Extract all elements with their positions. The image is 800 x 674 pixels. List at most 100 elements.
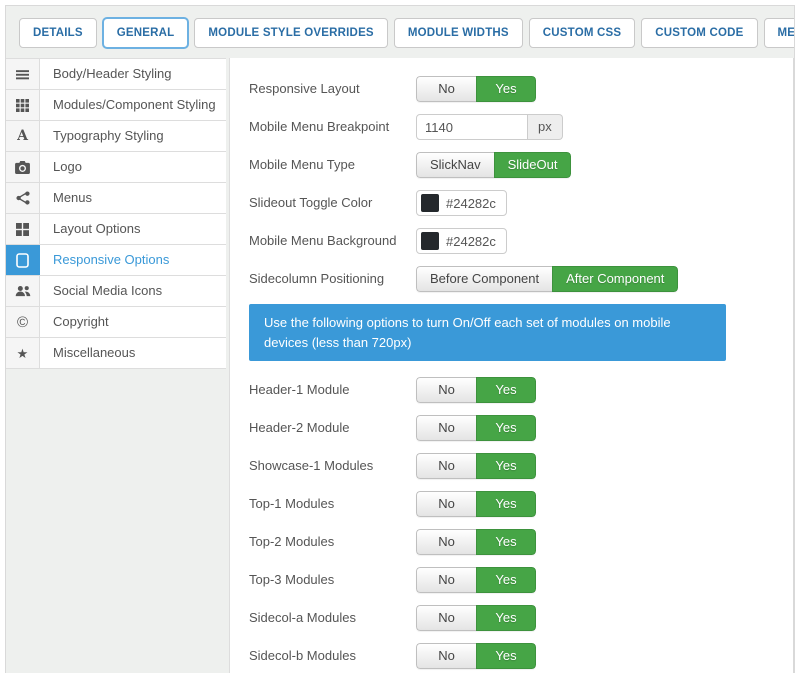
tab-bar: DETAILSGENERALMODULE STYLE OVERRIDESMODU…: [6, 6, 794, 58]
toggle-option-before-component[interactable]: Before Component: [416, 266, 552, 292]
toggle-option-yes[interactable]: Yes: [476, 491, 536, 517]
sidebar-item-label: Typography Styling: [40, 121, 226, 151]
sidebar-item-typography-styling[interactable]: ATypography Styling: [6, 121, 226, 152]
sidebar-menu: Body/Header StylingModules/Component Sty…: [6, 58, 226, 369]
info-box: Use the following options to turn On/Off…: [249, 304, 726, 361]
tablet-icon: [6, 245, 40, 275]
sidebar: Body/Header StylingModules/Component Sty…: [6, 58, 226, 673]
toggle-option-yes[interactable]: Yes: [476, 643, 536, 669]
field-label: Mobile Menu Background: [249, 233, 416, 250]
field-label: Sidecolumn Positioning: [249, 271, 416, 288]
tab-menu-assignment[interactable]: MENU ASSIGNMENT: [764, 18, 795, 48]
toggle-option-slicknav[interactable]: SlickNav: [416, 152, 494, 178]
form-row-top-2-modules: Top-2 ModulesNoYes: [249, 529, 773, 555]
sidebar-item-modules-component-styling[interactable]: Modules/Component Styling: [6, 90, 226, 121]
mobile-menu-breakpoint-input[interactable]: [416, 114, 528, 140]
form-row-slideout-toggle-color: Slideout Toggle Color #24282c: [249, 190, 773, 216]
field-label: Sidecol-a Modules: [249, 610, 416, 627]
sidebar-item-label: Social Media Icons: [40, 276, 226, 306]
toggle-group-showcase-1-modules: NoYes: [416, 453, 536, 479]
sidebar-item-logo[interactable]: Logo: [6, 152, 226, 183]
tab-module-style-overrides[interactable]: MODULE STYLE OVERRIDES: [194, 18, 387, 48]
form-row-sidecol-b-modules: Sidecol-b ModulesNoYes: [249, 643, 773, 669]
sidebar-item-label: Modules/Component Styling: [40, 90, 226, 120]
toggle-option-yes[interactable]: Yes: [476, 415, 536, 441]
sidebar-item-menus[interactable]: Menus: [6, 183, 226, 214]
sidebar-item-layout-options[interactable]: Layout Options: [6, 214, 226, 245]
form-row-mobile-menu-type: Mobile Menu TypeSlickNavSlideOut: [249, 152, 773, 178]
field-label: Header-2 Module: [249, 420, 416, 437]
sidebar-item-copyright[interactable]: ©Copyright: [6, 307, 226, 338]
field-label: Mobile Menu Breakpoint: [249, 119, 416, 136]
color-value: #24282c: [446, 234, 496, 249]
color-swatch: [421, 194, 439, 212]
font-icon: A: [6, 121, 40, 151]
toggle-option-after-component[interactable]: After Component: [552, 266, 678, 292]
sidebar-item-social-media-icons[interactable]: Social Media Icons: [6, 276, 226, 307]
toggle-group-header-1-module: NoYes: [416, 377, 536, 403]
toggle-option-no[interactable]: No: [416, 491, 476, 517]
toggle-option-yes[interactable]: Yes: [476, 377, 536, 403]
toggle-option-yes[interactable]: Yes: [476, 529, 536, 555]
toggle-group-responsive-layout: NoYes: [416, 76, 536, 102]
tab-custom-css[interactable]: CUSTOM CSS: [529, 18, 635, 48]
form-row-header-2-module: Header-2 ModuleNoYes: [249, 415, 773, 441]
sidebar-item-label: Copyright: [40, 307, 226, 337]
share-icon: [6, 183, 40, 213]
toggle-option-no[interactable]: No: [416, 76, 476, 102]
toggle-option-no[interactable]: No: [416, 605, 476, 631]
slideout-toggle-color-picker[interactable]: #24282c: [416, 190, 507, 216]
sidebar-item-label: Logo: [40, 152, 226, 182]
field-label: Sidecol-b Modules: [249, 648, 416, 665]
toggle-group-header-2-module: NoYes: [416, 415, 536, 441]
bars-icon: [6, 59, 40, 89]
toggle-option-yes[interactable]: Yes: [476, 76, 536, 102]
color-value: #24282c: [446, 196, 496, 211]
toggle-option-yes[interactable]: Yes: [476, 453, 536, 479]
th-large-icon: [6, 214, 40, 244]
copyright-icon: ©: [6, 307, 40, 337]
toggle-option-no[interactable]: No: [416, 453, 476, 479]
field-label: Top-1 Modules: [249, 496, 416, 513]
tab-custom-code[interactable]: CUSTOM CODE: [641, 18, 757, 48]
toggle-group-top-3-modules: NoYes: [416, 567, 536, 593]
sidebar-item-label: Miscellaneous: [40, 338, 226, 368]
settings-form: Responsive LayoutNoYes Mobile Menu Breakp…: [229, 58, 794, 673]
field-label: Mobile Menu Type: [249, 157, 416, 174]
sidebar-item-body-header-styling[interactable]: Body/Header Styling: [6, 59, 226, 90]
toggle-group-sidecol-a-modules: NoYes: [416, 605, 536, 631]
field-label: Top-3 Modules: [249, 572, 416, 589]
users-icon: [6, 276, 40, 306]
toggle-option-no[interactable]: No: [416, 529, 476, 555]
tab-general[interactable]: GENERAL: [103, 18, 189, 48]
toggle-option-no[interactable]: No: [416, 377, 476, 403]
sidebar-item-label: Body/Header Styling: [40, 59, 226, 89]
toggle-option-slideout[interactable]: SlideOut: [494, 152, 572, 178]
toggle-option-yes[interactable]: Yes: [476, 567, 536, 593]
form-row-responsive-layout: Responsive LayoutNoYes: [249, 76, 773, 102]
toggle-group-top-2-modules: NoYes: [416, 529, 536, 555]
toggle-option-no[interactable]: No: [416, 567, 476, 593]
toggle-option-no[interactable]: No: [416, 415, 476, 441]
page-body: Body/Header StylingModules/Component Sty…: [6, 58, 794, 673]
camera-icon: [6, 152, 40, 182]
tab-module-widths[interactable]: MODULE WIDTHS: [394, 18, 523, 48]
grid-icon: [6, 90, 40, 120]
sidebar-item-miscellaneous[interactable]: ★Miscellaneous: [6, 338, 226, 369]
form-row-sidecol-a-modules: Sidecol-a ModulesNoYes: [249, 605, 773, 631]
mobile-menu-background-picker[interactable]: #24282c: [416, 228, 507, 254]
form-row-header-1-module: Header-1 ModuleNoYes: [249, 377, 773, 403]
toggle-option-no[interactable]: No: [416, 643, 476, 669]
sidebar-item-responsive-options[interactable]: Responsive Options: [6, 245, 226, 276]
star-icon: ★: [6, 338, 40, 368]
form-row-mobile-menu-breakpoint: Mobile Menu Breakpointpx: [249, 114, 773, 140]
toggle-option-yes[interactable]: Yes: [476, 605, 536, 631]
toggle-group-mobile-menu-type: SlickNavSlideOut: [416, 152, 571, 178]
field-label: Header-1 Module: [249, 382, 416, 399]
field-label: Slideout Toggle Color: [249, 195, 416, 212]
toggle-group-sidecolumn-positioning: Before ComponentAfter Component: [416, 266, 678, 292]
tab-details[interactable]: DETAILS: [19, 18, 97, 48]
field-label: Showcase-1 Modules: [249, 458, 416, 475]
toggle-group-top-1-modules: NoYes: [416, 491, 536, 517]
sidebar-item-label: Responsive Options: [40, 245, 226, 275]
